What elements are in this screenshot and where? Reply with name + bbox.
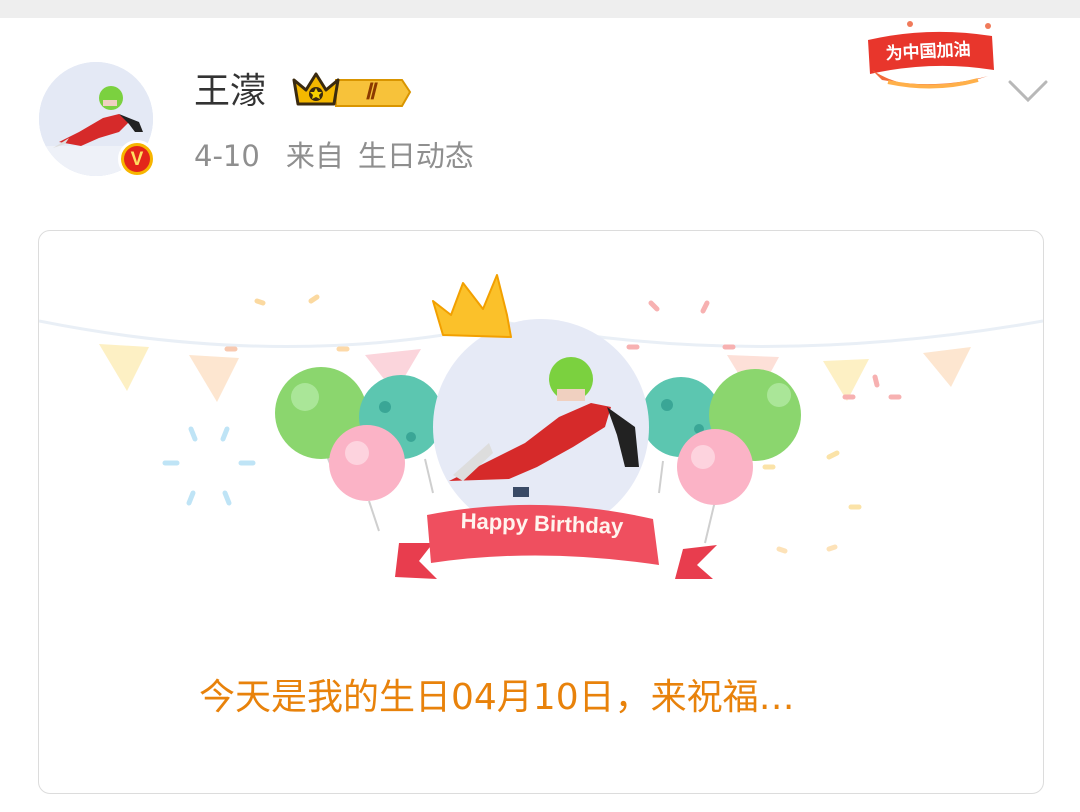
crown-icon [292, 72, 412, 107]
level-badge: Ⅱ [364, 79, 376, 104]
card-caption[interactable]: 今天是我的生日04月10日，来祝福… [199, 676, 795, 720]
source-link[interactable]: 生日动态 [358, 139, 474, 173]
source-prefix: 来自 [285, 139, 344, 173]
username[interactable]: 王濛 [194, 70, 266, 114]
chevron-down-icon[interactable] [1006, 76, 1050, 106]
top-strip [0, 0, 1080, 18]
verified-v-icon: V [118, 140, 156, 178]
post-meta: 4-10 来自 生日动态 [194, 138, 500, 174]
post-date: 4-10 [194, 139, 260, 173]
